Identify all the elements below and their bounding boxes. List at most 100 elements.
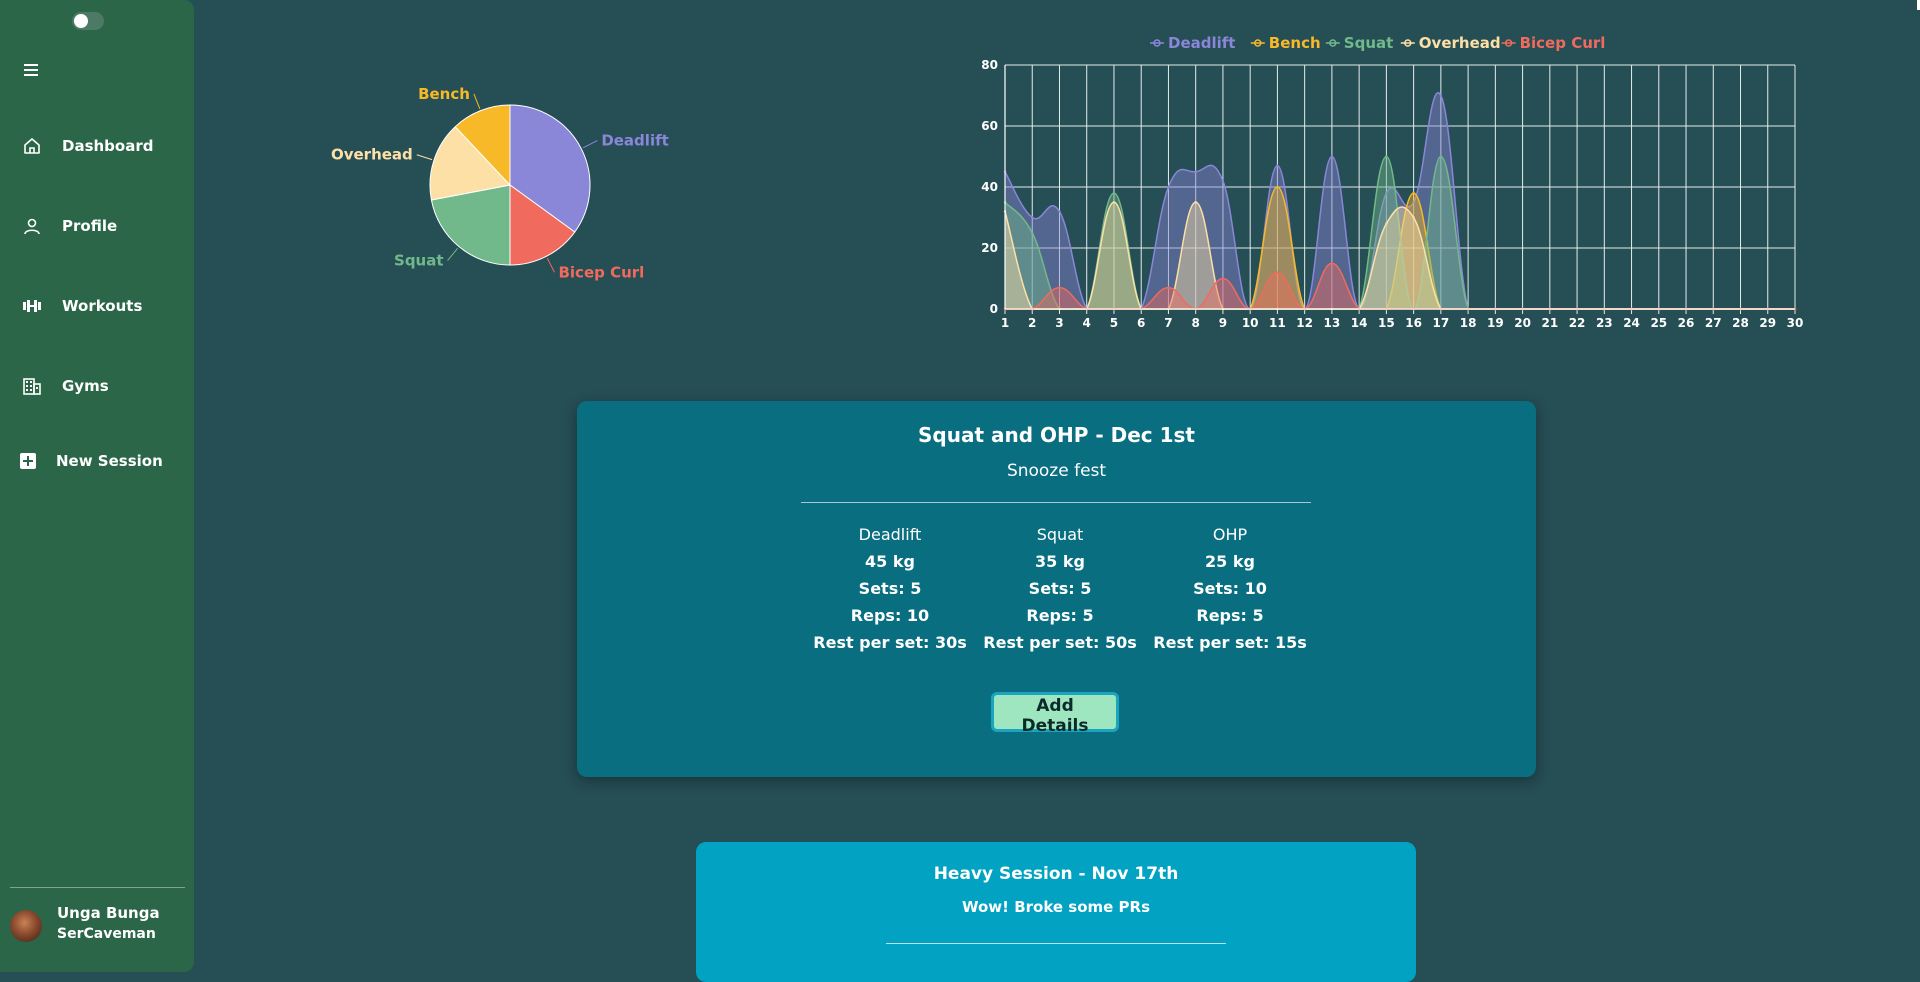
exercise-name: Squat: [1036, 525, 1084, 544]
legend-label: Squat: [1344, 34, 1394, 52]
x-tick-label: 6: [1137, 316, 1145, 330]
x-tick-label: 11: [1269, 316, 1286, 330]
x-tick-label: 30: [1787, 316, 1804, 330]
data-point-overhead[interactable]: [1194, 201, 1197, 204]
sidebar-item-label: Workouts: [62, 297, 143, 315]
data-point-squat[interactable]: [1439, 155, 1443, 158]
plus-square-icon: [16, 449, 40, 473]
x-tick-label: 4: [1083, 316, 1091, 330]
sidebar-item-new-session[interactable]: New Session: [16, 446, 163, 476]
exercise-sets: Sets: 10: [1193, 579, 1267, 598]
sidebar-item-dashboard[interactable]: Dashboard: [20, 131, 153, 161]
x-tick-label: 7: [1164, 316, 1172, 330]
pie-label-leader: [416, 154, 433, 161]
legend-item-squat[interactable]: Squat: [1325, 34, 1394, 52]
home-icon: [20, 134, 44, 158]
x-tick-label: 20: [1514, 316, 1531, 330]
data-point-bench[interactable]: [1412, 191, 1415, 195]
data-point-deadlift[interactable]: [1194, 170, 1197, 173]
x-tick-label: 3: [1055, 316, 1063, 330]
legend-item-overhead[interactable]: Overhead: [1400, 34, 1501, 52]
area-chart: Deadlift Bench Squat Overhead Bicep Curl 0 20 4…: [960, 28, 1810, 338]
data-point-overhead[interactable]: [1412, 216, 1415, 219]
session-subtitle: Snooze fest: [1006, 461, 1107, 481]
data-point-deadlift[interactable]: [1167, 185, 1170, 189]
data-point-bicep-curl[interactable]: [1276, 271, 1279, 274]
x-tick-label: 12: [1296, 316, 1313, 330]
toggle-knob: [74, 14, 88, 28]
session-divider: [886, 943, 1226, 944]
exercise-name: OHP: [1212, 525, 1248, 544]
exercise-reps: Reps: 5: [1196, 606, 1264, 625]
data-point-bench[interactable]: [1276, 185, 1279, 189]
x-tick-label: 26: [1678, 316, 1695, 330]
exercise-item: Squat 35 kg Sets: 5 Reps: 5 Rest per set…: [975, 521, 1145, 656]
legend-item-deadlift[interactable]: Deadlift: [1150, 34, 1235, 52]
x-tick-label: 14: [1351, 316, 1368, 330]
pie-label-leader: [582, 140, 598, 149]
sidebar-item-label: Dashboard: [62, 137, 154, 155]
data-point-deadlift[interactable]: [1276, 164, 1279, 167]
data-point-squat[interactable]: [1385, 155, 1388, 158]
dumbbell-icon: [20, 294, 44, 318]
sidebar-item-label: Gyms: [62, 377, 109, 395]
exercise-sets: Sets: 5: [858, 579, 922, 598]
data-point-bicep-curl[interactable]: [1167, 286, 1170, 289]
pie-label-leader: [473, 93, 481, 109]
add-details-button[interactable]: Add Details: [991, 692, 1119, 736]
pie-label-leader: [447, 247, 459, 261]
data-point-deadlift[interactable]: [1031, 216, 1034, 219]
data-point-bicep-curl[interactable]: [1058, 286, 1061, 289]
data-point-overhead[interactable]: [1112, 201, 1116, 204]
pie-label-bicep-curl: Bicep Curl: [558, 263, 644, 281]
x-tick-label: 17: [1433, 316, 1450, 330]
data-point-deadlift[interactable]: [1330, 155, 1334, 158]
data-point-squat[interactable]: [1112, 191, 1116, 195]
legend-label: Overhead: [1419, 34, 1501, 52]
building-icon: [20, 374, 44, 398]
sidebar: Dashboard Profile Workouts Gyms New Sess…: [0, 0, 194, 972]
x-tick-label: 16: [1405, 316, 1422, 330]
sidebar-item-gyms[interactable]: Gyms: [20, 371, 109, 401]
data-point-deadlift[interactable]: [1058, 210, 1061, 213]
exercise-sets: Sets: 5: [1028, 579, 1092, 598]
sidebar-item-workouts[interactable]: Workouts: [20, 291, 142, 321]
x-tick-label: 27: [1705, 316, 1722, 330]
theme-toggle[interactable]: [72, 12, 104, 30]
exercise-item: Deadlift 45 kg Sets: 5 Reps: 10 Rest per…: [805, 521, 975, 656]
y-tick-label: 40: [981, 180, 998, 194]
x-tick-label: 23: [1596, 316, 1613, 330]
hamburger-menu-icon[interactable]: [24, 64, 40, 78]
data-point-bicep-curl[interactable]: [1330, 262, 1334, 265]
x-tick-label: 15: [1378, 316, 1395, 330]
x-tick-label: 29: [1759, 316, 1776, 330]
x-tick-label: 18: [1460, 316, 1477, 330]
x-tick-label: 9: [1219, 316, 1227, 330]
chart-legend: Deadlift Bench Squat Overhead Bicep Curl: [1150, 34, 1605, 52]
session-subtitle: Wow! Broke some PRs: [961, 898, 1151, 916]
exercise-reps: Reps: 10: [850, 606, 930, 625]
data-point-deadlift[interactable]: [1221, 179, 1225, 183]
y-tick-label: 80: [981, 58, 998, 72]
exercise-item: OHP 25 kg Sets: 10 Reps: 5 Rest per set:…: [1145, 521, 1315, 656]
data-point-squat[interactable]: [1031, 231, 1034, 234]
x-tick-label: 13: [1324, 316, 1341, 330]
sidebar-item-label: New Session: [56, 452, 163, 470]
x-tick-label: 28: [1732, 316, 1749, 330]
user-name: Unga Bunga: [57, 904, 160, 922]
legend-item-bench[interactable]: Bench: [1250, 34, 1321, 52]
sidebar-item-profile[interactable]: Profile: [20, 211, 117, 241]
data-point-deadlift[interactable]: [1439, 94, 1443, 97]
data-point-overhead[interactable]: [1385, 222, 1388, 225]
session-divider: [801, 502, 1311, 503]
legend-item-bicep-curl[interactable]: Bicep Curl: [1501, 34, 1606, 52]
exercise-rest: Rest per set: 50s: [983, 633, 1137, 652]
data-point-bicep-curl[interactable]: [1221, 277, 1225, 280]
exercise-weight: 25 kg: [1205, 552, 1255, 571]
pie-label-deadlift: Deadlift: [601, 132, 668, 150]
x-tick-label: 10: [1242, 316, 1259, 330]
session-card: Squat and OHP - Dec 1st Snooze fest Dead…: [577, 401, 1536, 777]
avatar[interactable]: [10, 910, 42, 942]
exercise-rest: Rest per set: 30s: [813, 633, 967, 652]
sidebar-item-label: Profile: [62, 217, 118, 235]
